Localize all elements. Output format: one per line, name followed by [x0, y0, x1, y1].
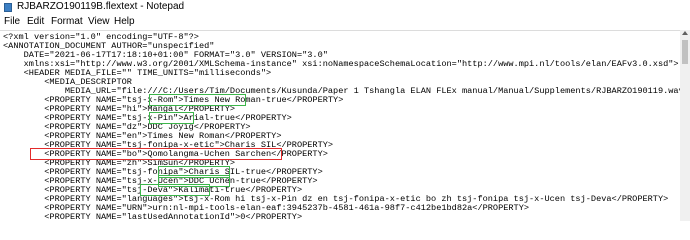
menu-edit[interactable]: Edit [27, 16, 44, 28]
menu-file[interactable]: File [4, 16, 20, 28]
title-bar: RJBARZO190119B.flextext - Notepad [0, 0, 690, 15]
vertical-scrollbar[interactable] [680, 30, 690, 221]
green-highlight-box [149, 94, 246, 106]
menu-bar: File Edit Format View Help [0, 15, 690, 29]
text-editor[interactable]: <?xml version="1.0" encoding="UTF-8"?> <… [0, 30, 680, 222]
text-line: <PROPERTY NAME="lastUsedAnnotationId">0<… [3, 212, 303, 222]
green-highlight-box [149, 112, 194, 124]
green-highlight-box [140, 184, 210, 196]
notepad-window: RJBARZO190119B.flextext - Notepad File E… [0, 0, 690, 222]
scroll-thumb[interactable] [682, 40, 688, 64]
menu-view[interactable]: View [88, 16, 110, 28]
menu-help[interactable]: Help [114, 16, 135, 28]
red-highlight-box [30, 148, 282, 160]
notepad-icon [4, 3, 12, 12]
scroll-up-icon[interactable] [682, 31, 688, 35]
window-title: RJBARZO190119B.flextext - Notepad [17, 1, 185, 12]
menu-format[interactable]: Format [51, 16, 83, 28]
